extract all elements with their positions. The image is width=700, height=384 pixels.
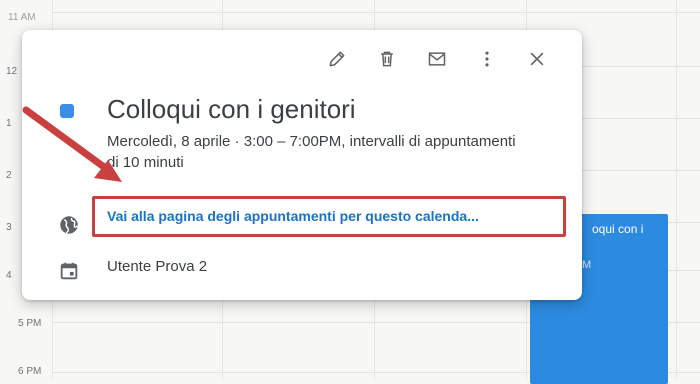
email-icon (428, 52, 446, 66)
edit-button[interactable] (312, 46, 362, 72)
globe-icon (58, 214, 80, 236)
more-options-icon (485, 51, 489, 67)
close-button[interactable] (512, 46, 562, 72)
time-label: 3 (6, 222, 12, 233)
time-label: 2 (6, 170, 12, 181)
time-label: 5 PM (18, 318, 42, 329)
delete-button[interactable] (362, 46, 412, 72)
delete-icon (381, 51, 393, 67)
grid-hline (52, 12, 700, 13)
calendar-owner: Utente Prova 2 (107, 258, 208, 275)
time-label: 1 (6, 118, 12, 129)
more-options-button[interactable] (462, 46, 512, 72)
event-title: Colloqui con i genitori (107, 94, 356, 124)
event-date-time: Mercoledì, 8 aprile · 3:00 – 7:00PM, int… (107, 133, 516, 171)
edit-icon (329, 51, 345, 67)
booking-page-link[interactable]: Vai alla pagina degli appuntamenti per q… (107, 208, 479, 224)
time-label: 4 (6, 270, 12, 281)
event-block-title: oqui con i (592, 222, 644, 236)
close-icon (530, 52, 544, 66)
event-details-popup: Colloqui con i genitori Mercoledì, 8 apr… (22, 30, 582, 300)
time-label: 6 PM (18, 366, 42, 377)
calendar-icon (58, 260, 80, 282)
time-label: 11 AM (8, 12, 36, 23)
event-color-swatch (60, 104, 74, 118)
event-block-subtitle: M (582, 259, 592, 271)
popup-toolbar (312, 46, 562, 72)
email-guests-button[interactable] (412, 46, 462, 72)
time-label: 12 (6, 66, 18, 77)
